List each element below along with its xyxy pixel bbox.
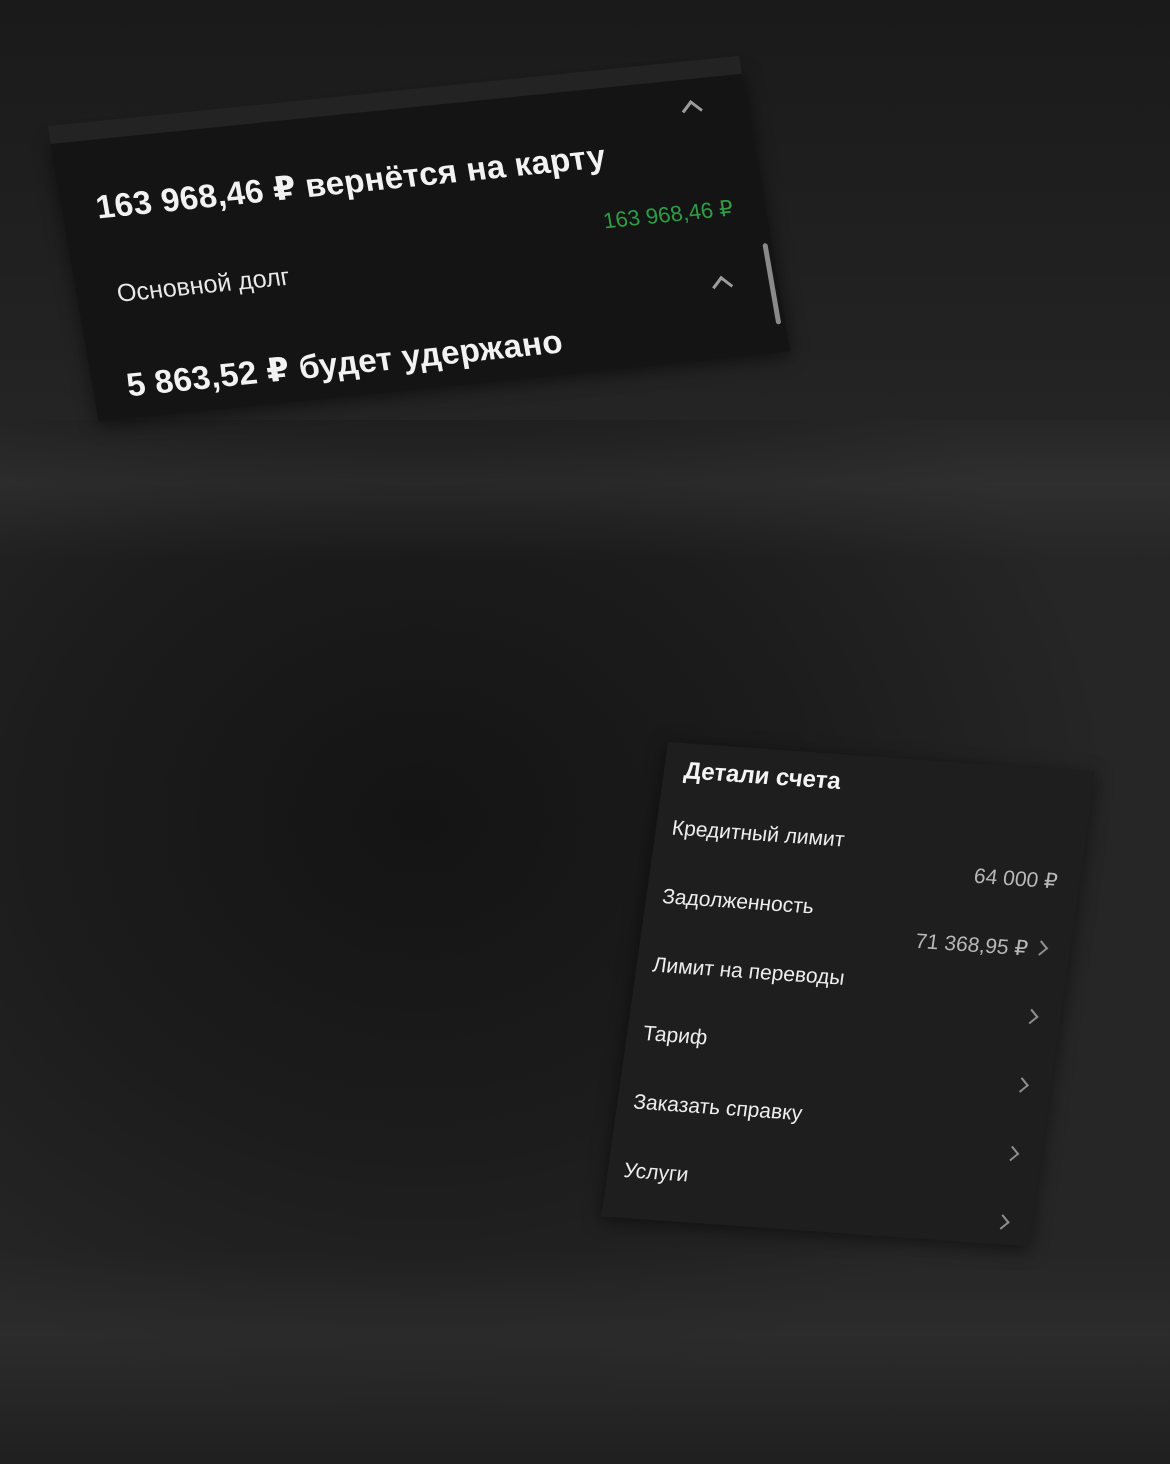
item-label: Кредитный лимит bbox=[670, 816, 846, 852]
item-value: 64 000 ₽ bbox=[972, 864, 1059, 894]
chevron-right-icon[interactable] bbox=[1032, 940, 1049, 956]
chevron-up-icon[interactable] bbox=[681, 99, 703, 121]
principal-label: Основной долг bbox=[114, 262, 292, 308]
item-value: 71 368,95 ₽ bbox=[913, 929, 1030, 961]
principal-amount: 163 968,46 ₽ bbox=[601, 195, 736, 234]
chevron-right-icon[interactable] bbox=[1003, 1145, 1020, 1162]
item-label: Услуги bbox=[622, 1159, 690, 1187]
account-details-card: Детали счета Кредитный лимит 64 000 ₽ За… bbox=[601, 742, 1095, 1247]
background-band bbox=[0, 420, 1170, 560]
chevron-right-icon[interactable] bbox=[1013, 1077, 1029, 1093]
details-title: Детали счета bbox=[682, 757, 843, 796]
background-bottom bbox=[0, 1250, 1170, 1464]
chevron-right-icon[interactable] bbox=[1023, 1008, 1039, 1025]
item-label: Тариф bbox=[641, 1022, 709, 1050]
chevron-right-icon[interactable] bbox=[994, 1214, 1010, 1230]
refund-headline[interactable]: 163 968,46 ₽ вернётся на карту bbox=[93, 136, 609, 226]
chevron-up-icon[interactable] bbox=[712, 275, 734, 297]
